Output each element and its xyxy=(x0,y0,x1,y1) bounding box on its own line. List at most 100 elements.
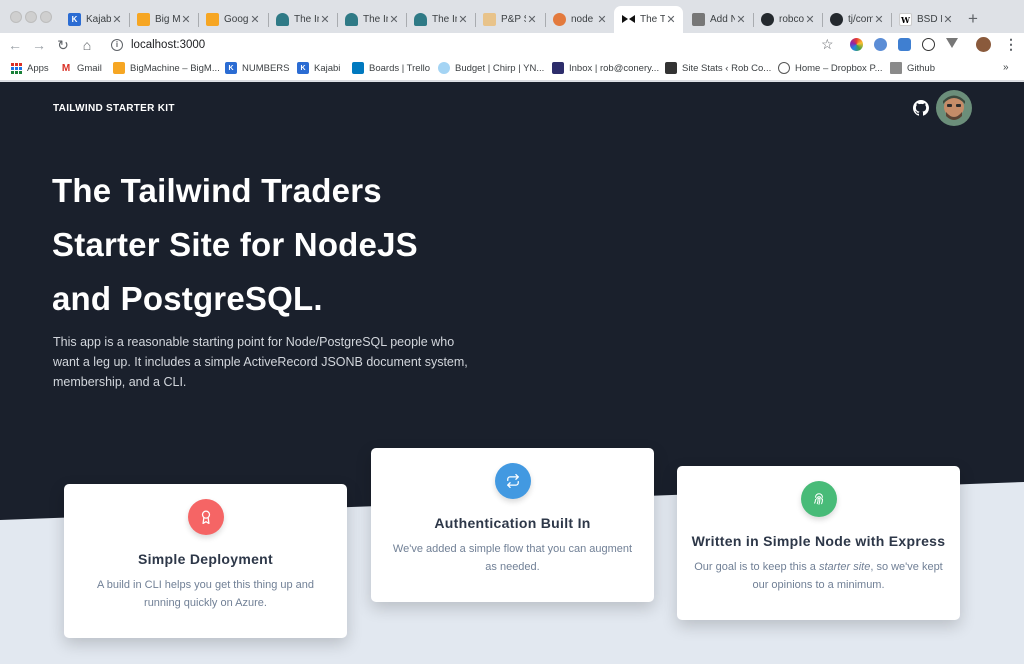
pp-icon xyxy=(483,13,496,26)
close-tab-icon[interactable]: ✕ xyxy=(665,13,677,26)
hero-title-line: The Tailwind Traders xyxy=(52,172,382,209)
browser-menu-icon[interactable]: ⋮ xyxy=(1004,36,1018,53)
maximize-window-button[interactable] xyxy=(40,11,52,23)
feature-card-description: Our goal is to keep this a starter site,… xyxy=(693,558,944,594)
add-new-icon xyxy=(692,13,705,26)
new-tab-button[interactable]: + xyxy=(968,9,978,29)
browser-tab[interactable]: W BSD Licenses ✕ xyxy=(891,6,960,33)
tab-title: The Imposter xyxy=(432,14,457,25)
browser-tab-active[interactable]: The Tailwind ✕ xyxy=(614,6,683,33)
browser-tab[interactable]: The Imposter ✕ xyxy=(406,6,475,33)
tab-title: Google xyxy=(224,14,249,25)
extension-icon[interactable] xyxy=(874,38,887,51)
github-icon xyxy=(830,13,843,26)
color-extension-icon[interactable] xyxy=(850,38,863,51)
bookmark-label: Home – Dropbox P... xyxy=(795,62,883,74)
close-tab-icon[interactable]: ✕ xyxy=(180,13,192,26)
reload-icon[interactable]: ↻ xyxy=(54,36,72,54)
bookmark-item[interactable]: M Gmail xyxy=(60,62,102,74)
hero-title-line: Starter Site for NodeJS xyxy=(52,226,418,263)
feature-card-description: A build in CLI helps you get this thing … xyxy=(96,579,315,609)
browser-tab[interactable]: The Imposter ✕ xyxy=(268,6,337,33)
tab-title: Kajabi xyxy=(86,14,111,25)
browser-toolbar: ← → ↻ ⌂ i localhost:3000 ☆ ⋮ xyxy=(0,33,1024,57)
kajabi-icon: K xyxy=(68,13,81,26)
feature-card-deployment: Simple Deployment A build in CLI helps y… xyxy=(64,484,347,638)
bookmark-item[interactable]: K Kajabi xyxy=(297,62,340,74)
browser-tab[interactable]: robconery ✕ xyxy=(753,6,822,33)
user-avatar[interactable] xyxy=(936,90,972,126)
inbox-icon xyxy=(552,62,564,74)
close-tab-icon[interactable]: ✕ xyxy=(526,13,538,26)
tab-title: node xyxy=(571,14,594,25)
vue-devtools-icon[interactable] xyxy=(946,38,958,48)
browser-tab[interactable]: Big Machine ✕ xyxy=(129,6,198,33)
browser-tab[interactable]: node ✕ xyxy=(545,6,614,33)
imposter-icon xyxy=(345,13,358,26)
browser-tab[interactable]: Google ✕ xyxy=(198,6,267,33)
close-tab-icon[interactable]: ✕ xyxy=(735,13,747,26)
bookmark-item[interactable]: Apps xyxy=(10,62,49,74)
bookmarks-bar: Apps M Gmail BigMachine – BigM... K NUMB… xyxy=(0,57,1024,81)
browser-tab[interactable]: tj/commander ✕ xyxy=(822,6,891,33)
description-text: Our goal is to keep this a xyxy=(694,561,819,573)
bookmark-label: Inbox | rob@conery... xyxy=(569,62,660,74)
bookmark-label: Kajabi xyxy=(314,62,341,74)
award-icon xyxy=(187,499,224,535)
profile-avatar-icon[interactable] xyxy=(976,37,991,52)
feature-card-description: We've added a simple flow that you can a… xyxy=(392,543,633,573)
imposter-icon xyxy=(276,13,289,26)
close-tab-icon[interactable]: ✕ xyxy=(942,13,954,26)
browser-tab[interactable]: Add New ✕ xyxy=(684,6,753,33)
home-icon[interactable]: ⌂ xyxy=(78,36,96,54)
info-icon[interactable]: i xyxy=(111,39,123,51)
bowtie-icon xyxy=(622,13,635,26)
kajabi-icon: K xyxy=(297,62,309,74)
tab-title: P&P Soap xyxy=(501,14,526,25)
bookmark-item[interactable]: Github xyxy=(890,62,935,74)
bookmark-label: Boards | Trello xyxy=(369,62,431,74)
address-bar[interactable]: i localhost:3000 xyxy=(104,35,844,55)
bookmarks-overflow-button[interactable]: » xyxy=(1003,62,1009,73)
browser-tab[interactable]: The Imposter ✕ xyxy=(337,6,406,33)
wikipedia-icon: W xyxy=(899,13,912,26)
browser-tab[interactable]: P&P Soap ✕ xyxy=(475,6,544,33)
close-tab-icon[interactable]: ✕ xyxy=(319,13,331,26)
bookmark-item[interactable]: Budget | Chirp | YN... xyxy=(438,62,544,74)
page-viewport: TAILWIND STARTER KIT The Tailwind Trader… xyxy=(0,82,1024,664)
close-tab-icon[interactable]: ✕ xyxy=(457,13,469,26)
close-tab-icon[interactable]: ✕ xyxy=(596,13,608,26)
apps-grid-icon xyxy=(10,62,22,74)
close-tab-icon[interactable]: ✕ xyxy=(873,13,885,26)
browser-tab[interactable]: K Kajabi ✕ xyxy=(60,6,129,33)
bookmark-item[interactable]: Site Stats ‹ Rob Co... xyxy=(665,62,771,74)
browser-tabstrip: K Kajabi ✕ Big Machine ✕ Google ✕ The Im… xyxy=(0,0,1024,33)
close-tab-icon[interactable]: ✕ xyxy=(804,13,816,26)
github-icon xyxy=(761,13,774,26)
close-tab-icon[interactable]: ✕ xyxy=(388,13,400,26)
feature-card-authentication: Authentication Built In We've added a si… xyxy=(371,448,654,602)
site-brand-link[interactable]: TAILWIND STARTER KIT xyxy=(53,103,175,114)
close-window-button[interactable] xyxy=(10,11,22,23)
extension-icon[interactable] xyxy=(922,38,935,51)
github-icon[interactable] xyxy=(913,100,929,116)
bookmark-label: Github xyxy=(907,62,935,74)
trello-icon xyxy=(352,62,364,74)
close-tab-icon[interactable]: ✕ xyxy=(111,13,123,26)
tab-title: robconery xyxy=(779,14,804,25)
forward-icon[interactable]: → xyxy=(30,36,48,54)
bookmark-item[interactable]: Inbox | rob@conery... xyxy=(552,62,659,74)
url-text: localhost:3000 xyxy=(131,39,206,51)
description-emphasis: starter site xyxy=(818,561,871,573)
bookmark-item[interactable]: Boards | Trello xyxy=(352,62,430,74)
bookmark-item[interactable]: K NUMBERS xyxy=(225,62,290,74)
hero-description: This app is a reasonable starting point … xyxy=(53,335,468,389)
gmail-icon: M xyxy=(61,62,71,74)
bookmark-star-icon[interactable]: ☆ xyxy=(821,36,834,53)
bookmark-item[interactable]: BigMachine – BigM... xyxy=(113,62,220,74)
close-tab-icon[interactable]: ✕ xyxy=(249,13,261,26)
back-icon[interactable]: ← xyxy=(6,36,24,54)
minimize-window-button[interactable] xyxy=(25,11,37,23)
bookmark-item[interactable]: Home – Dropbox P... xyxy=(778,62,882,74)
extension-badge-icon[interactable] xyxy=(898,38,911,51)
